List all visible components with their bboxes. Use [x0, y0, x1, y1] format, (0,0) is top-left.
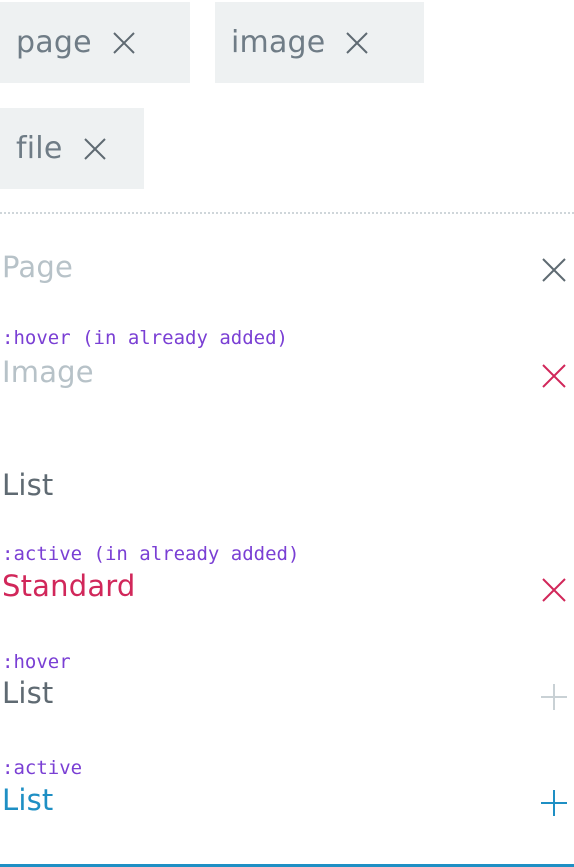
close-icon[interactable] [540, 362, 568, 390]
plus-icon[interactable] [540, 683, 568, 711]
close-icon[interactable] [345, 31, 369, 55]
tag-chip-image: image [215, 2, 424, 83]
state-caption: :active [2, 757, 83, 779]
state-caption: :active (in already added) [2, 543, 300, 565]
option-label[interactable]: List [2, 783, 54, 817]
close-icon[interactable] [540, 576, 568, 604]
option-label[interactable]: List [2, 676, 54, 710]
tag-chip-page: page [0, 2, 190, 83]
option-label[interactable]: Page [2, 250, 73, 284]
plus-icon[interactable] [540, 789, 568, 817]
option-label[interactable]: Image [2, 355, 94, 389]
tag-chip-file: file [0, 108, 144, 189]
option-label[interactable]: Standard [2, 569, 136, 603]
tag-chip-label: file [16, 131, 63, 166]
option-label[interactable]: List [2, 468, 54, 502]
close-icon[interactable] [83, 137, 107, 161]
close-icon[interactable] [112, 31, 136, 55]
state-caption: :hover (in already added) [2, 327, 288, 349]
tag-chip-label: page [16, 25, 92, 60]
dotted-divider [0, 212, 574, 214]
tag-chip-label: image [231, 25, 326, 60]
state-caption: :hover [2, 651, 71, 673]
close-icon[interactable] [540, 256, 568, 284]
